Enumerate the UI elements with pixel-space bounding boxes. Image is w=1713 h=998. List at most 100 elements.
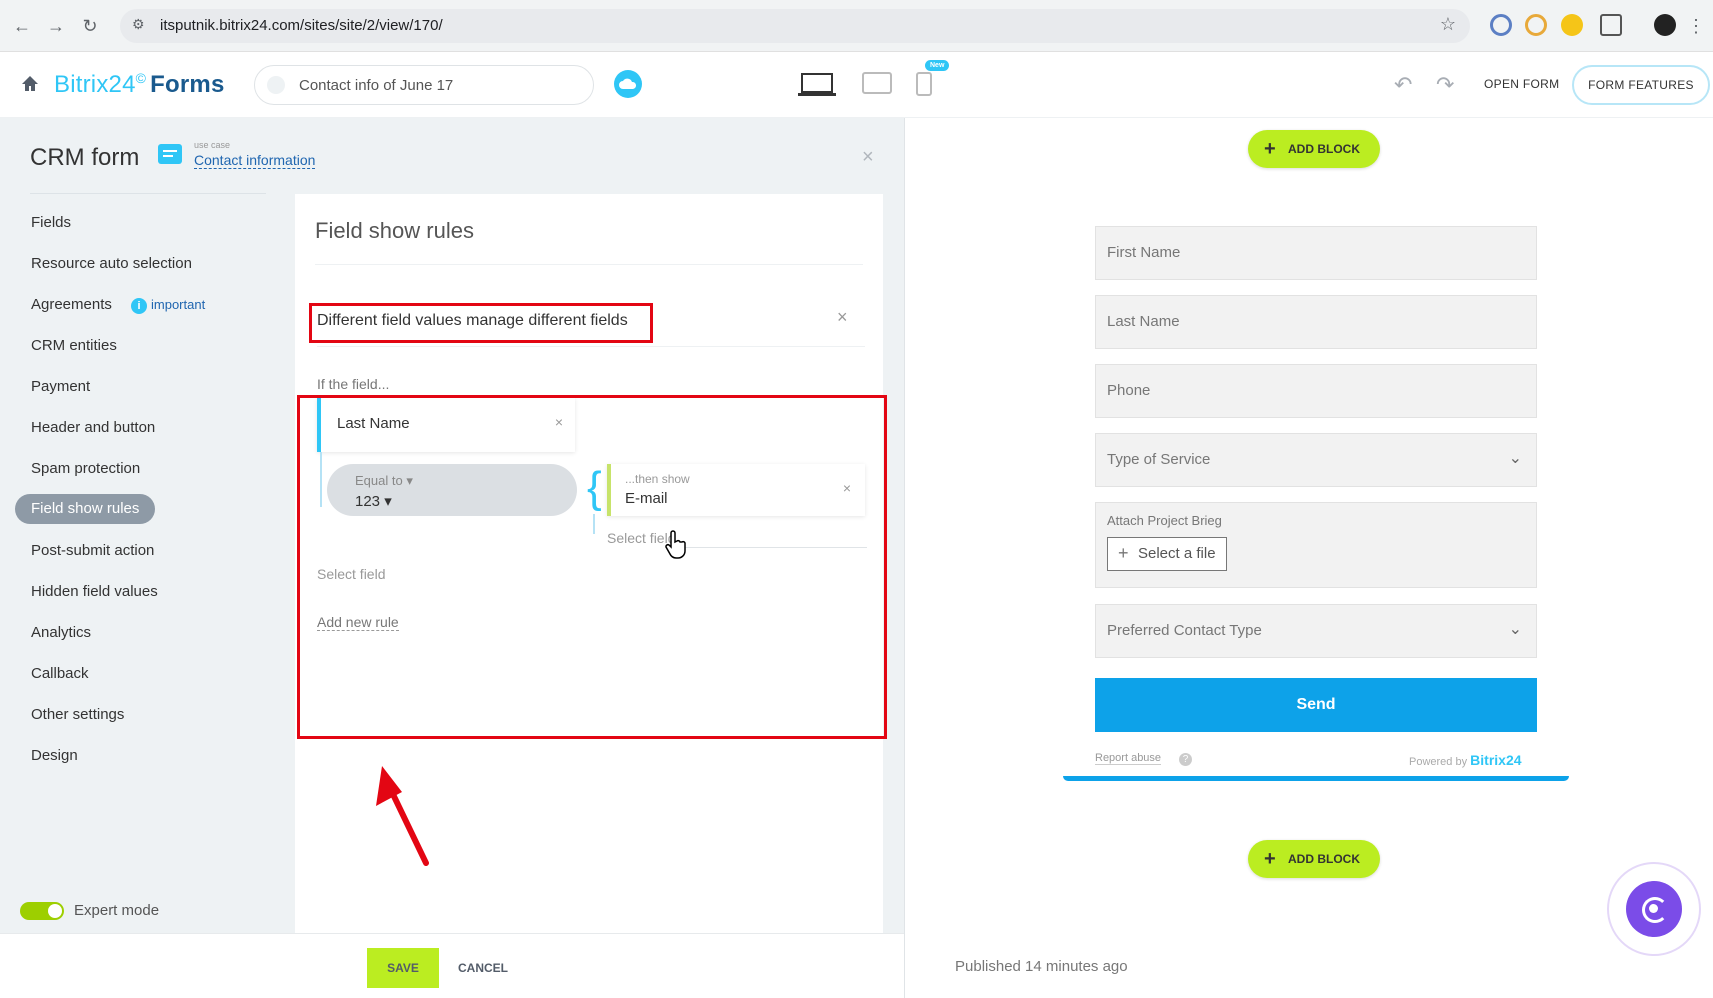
plus-icon: +	[1264, 138, 1276, 160]
sidebar-item-label: CRM entities	[31, 337, 117, 354]
tablet-view-icon[interactable]	[862, 72, 892, 94]
undo-icon[interactable]: ↶	[1394, 72, 1412, 98]
preferred-contact-select[interactable]: Preferred Contact Type ⌄	[1095, 604, 1537, 658]
chevron-down-icon: ⌄	[1508, 621, 1522, 638]
form-features-button[interactable]: FORM FEATURES	[1572, 65, 1710, 105]
sidebar-item-field-show-rules[interactable]: Field show rules	[15, 494, 155, 524]
sidebar-item-label: Resource auto selection	[31, 255, 192, 272]
sidebar-item-label: Analytics	[31, 624, 92, 641]
form-title-input[interactable]: Contact info of June 17	[254, 65, 594, 105]
powered-by[interactable]: Powered by Bitrix24	[1409, 752, 1522, 768]
sidebar-item-payment[interactable]: Payment	[15, 366, 275, 407]
site-settings-icon[interactable]: ⚙	[132, 16, 145, 33]
report-abuse-link[interactable]: Report abuse	[1095, 752, 1162, 765]
settings-panel: CRM form use case Contact information × …	[0, 118, 905, 934]
first-name-field[interactable]: First Name	[1095, 226, 1537, 280]
select-file-button[interactable]: Select a file	[1107, 537, 1227, 571]
close-icon[interactable]: ×	[862, 146, 874, 169]
add-block-button[interactable]: + ADD BLOCK	[1248, 840, 1380, 878]
sidebar-item-other-settings[interactable]: Other settings	[15, 694, 275, 735]
form-icon	[267, 76, 285, 94]
sidebar-item-header-and-button[interactable]: Header and button	[15, 407, 275, 448]
panel-title: CRM form	[30, 144, 140, 171]
phone-field[interactable]: Phone	[1095, 364, 1537, 418]
condition-field[interactable]: Last Name ×	[317, 398, 575, 452]
if-field-label: If the field...	[317, 376, 390, 392]
form-list-icon	[158, 144, 182, 164]
type-of-service-select[interactable]: Type of Service ⌄	[1095, 433, 1537, 487]
extension-icon[interactable]	[1490, 14, 1512, 36]
select-file-label: Select a file	[1138, 545, 1216, 562]
address-bar[interactable]: ⚙ itsputnik.bitrix24.com/sites/site/2/vi…	[120, 9, 1470, 43]
app-header: Bitrix24© Forms Contact info of June 17 N…	[0, 52, 1713, 118]
close-icon[interactable]: ×	[837, 307, 848, 328]
sidebar-item-label: Design	[31, 747, 78, 764]
ai-assistant-button[interactable]	[1607, 862, 1701, 956]
action-bar: SAVE CANCEL	[0, 933, 905, 998]
sidebar-item-post-submit-action[interactable]: Post-submit action	[15, 530, 275, 571]
mobile-view-icon[interactable]	[916, 72, 932, 96]
sidebar-item-callback[interactable]: Callback	[15, 653, 275, 694]
forward-icon[interactable]: →	[44, 14, 68, 38]
save-button[interactable]: SAVE	[367, 948, 439, 988]
add-new-rule-link[interactable]: Add new rule	[317, 614, 399, 631]
use-case-label: use case	[194, 140, 231, 150]
then-show-field[interactable]: ...then show E-mail ×	[607, 464, 865, 516]
then-label: ...then show	[625, 472, 690, 486]
sidebar-item-design[interactable]: Design	[15, 735, 275, 776]
sidebar-item-fields[interactable]: Fields	[15, 202, 275, 243]
sidebar-item-label: Other settings	[31, 706, 125, 723]
open-form-button[interactable]: OPEN FORM	[1484, 77, 1559, 91]
published-status: Published 14 minutes ago	[955, 958, 1128, 975]
cancel-button[interactable]: CANCEL	[458, 961, 508, 975]
chevron-down-icon: ⌄	[1508, 450, 1522, 467]
rule-block: Different field values manage different …	[297, 280, 883, 590]
send-button[interactable]: Send	[1095, 678, 1537, 732]
condition-operator[interactable]: Equal to ▾ 123 ▾	[327, 464, 577, 516]
sidebar-item-hidden-field-values[interactable]: Hidden field values	[15, 571, 275, 612]
sidebar-item-label: Hidden field values	[31, 583, 158, 600]
then-field-name: E-mail	[625, 490, 668, 507]
close-icon[interactable]: ×	[555, 414, 563, 430]
rule-name[interactable]: Different field values manage different …	[317, 312, 628, 330]
home-icon[interactable]	[20, 74, 40, 94]
desktop-view-icon[interactable]	[798, 72, 836, 98]
sidebar-item-agreements[interactable]: Agreements i important	[15, 284, 275, 325]
redo-icon[interactable]: ↷	[1436, 72, 1454, 98]
sidebar-item-label: Payment	[31, 378, 91, 395]
logo-product: Forms	[150, 71, 225, 98]
puzzle-icon[interactable]	[1600, 14, 1622, 36]
expert-mode-toggle[interactable]	[20, 902, 64, 920]
logo-mark: ©	[135, 70, 147, 86]
close-icon[interactable]: ×	[843, 480, 851, 496]
bookmark-star-icon[interactable]: ☆	[1440, 14, 1456, 35]
sidebar-item-spam-protection[interactable]: Spam protection	[15, 448, 275, 489]
field-placeholder: Type of Service	[1107, 451, 1211, 468]
important-hint[interactable]: i important	[131, 297, 205, 314]
operator-value[interactable]: 123 ▾	[355, 492, 392, 510]
sidebar-item-resource-auto-selection[interactable]: Resource auto selection	[15, 243, 275, 284]
sidebar-item-analytics[interactable]: Analytics	[15, 612, 275, 653]
reload-icon[interactable]: ↻	[78, 14, 102, 38]
powered-brand: Bitrix24	[1470, 752, 1522, 768]
more-menu-icon[interactable]: ⋮	[1684, 14, 1708, 38]
browser-toolbar: ← → ↻ ⚙ itsputnik.bitrix24.com/sites/sit…	[0, 0, 1713, 52]
divider	[315, 264, 863, 265]
new-badge: New	[925, 60, 950, 71]
cloud-save-icon[interactable]	[614, 70, 642, 98]
operator-label[interactable]: Equal to ▾	[355, 473, 413, 489]
plus-icon: +	[1264, 848, 1276, 870]
back-icon[interactable]: ←	[10, 14, 34, 38]
add-block-button[interactable]: + ADD BLOCK	[1248, 130, 1380, 168]
field-placeholder: Phone	[1107, 382, 1151, 399]
extension-icon[interactable]	[1561, 14, 1583, 36]
use-case-link[interactable]: Contact information	[194, 152, 316, 169]
last-name-field[interactable]: Last Name	[1095, 295, 1537, 349]
help-icon[interactable]: ?	[1179, 753, 1192, 766]
profile-avatar[interactable]	[1654, 14, 1676, 36]
section-title: Field show rules	[315, 218, 474, 243]
sidebar-item-crm-entities[interactable]: CRM entities	[15, 325, 275, 366]
annotation-arrow-icon	[376, 766, 429, 866]
chrome-extension-icon[interactable]	[1525, 14, 1547, 36]
select-field-if[interactable]: Select field	[317, 566, 385, 582]
